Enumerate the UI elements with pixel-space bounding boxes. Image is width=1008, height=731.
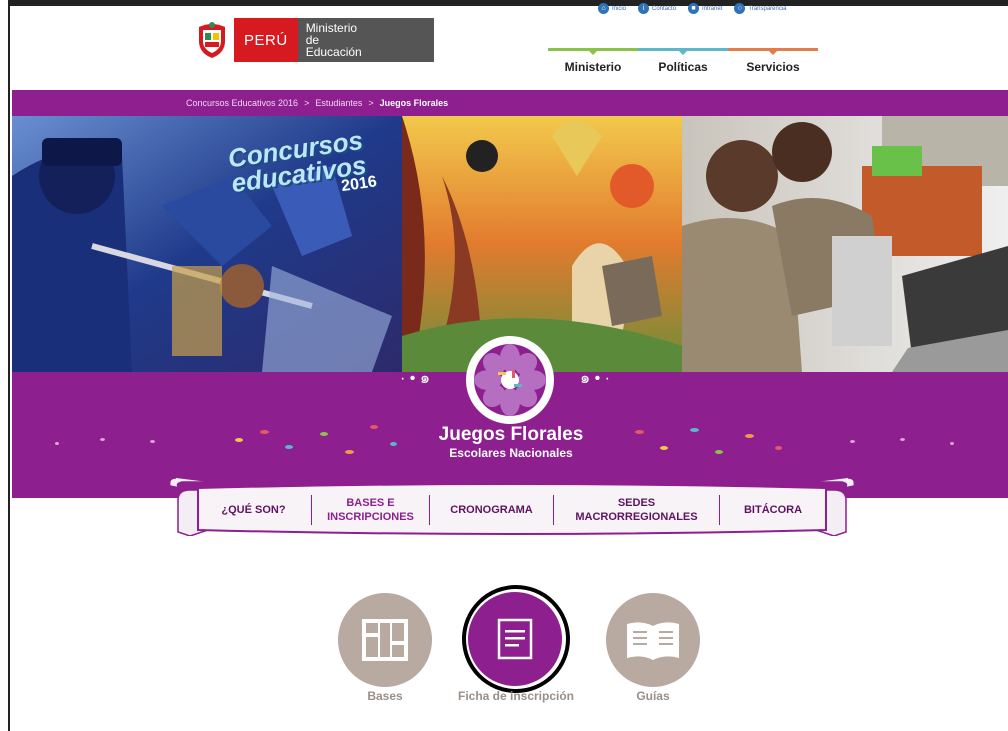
confetti-dot: [900, 438, 905, 441]
peru-label: PERÚ: [234, 18, 298, 62]
menu-item-label: BITÁCORA: [743, 504, 803, 516]
ficha-inscripcion-label[interactable]: Ficha de inscripción: [436, 689, 596, 703]
top-links: ⌂ Inicio i Contacto ■ Intranet ○ Transparenc…: [598, 3, 787, 14]
breadcrumb-separator: >: [368, 98, 374, 108]
confetti-dot: [390, 442, 397, 446]
bases-button[interactable]: [338, 593, 432, 687]
menu-item-label: BASES E: [346, 497, 395, 509]
menu-item-sedes-macrorregionales[interactable]: SEDES MACRORREGIONALES: [554, 495, 720, 525]
breadcrumb-bar: Concursos Educativos 2016 > Estudiantes …: [12, 90, 1008, 116]
hero-collage-image: [12, 116, 1008, 372]
confetti-dot: [150, 440, 155, 443]
confetti-dot: [635, 430, 644, 434]
top-link-label: Intranet: [702, 5, 723, 12]
flower-emblem-icon: [466, 336, 554, 424]
nav-ministerio[interactable]: Ministerio: [548, 48, 638, 82]
ministry-label: Ministerio de Educación: [297, 18, 434, 62]
guias-button[interactable]: [606, 593, 700, 687]
top-link-transparencia[interactable]: ○ Transparencia: [734, 3, 787, 14]
info-icon: i: [638, 3, 650, 14]
menu-item-label: ¿QUÉ SON?: [221, 504, 286, 516]
coat-of-arms-icon: [190, 18, 234, 62]
minedu-logo[interactable]: PERÚ Ministerio de Educación: [190, 18, 434, 62]
confetti-dot: [715, 450, 723, 454]
confetti-dot: [660, 446, 668, 450]
lock-icon: ■: [688, 3, 700, 14]
breadcrumb: Concursos Educativos 2016 > Estudiantes …: [186, 98, 448, 108]
window-left-border: [0, 0, 10, 731]
menu-item-label-line2: INSCRIPCIONES: [327, 511, 414, 523]
top-link-intranet[interactable]: ■ Intranet: [688, 3, 722, 14]
top-link-label: Transparencia: [748, 5, 787, 12]
menu-item-label: CRONOGRAMA: [450, 504, 533, 516]
menu-item-label-line2: MACRORREGIONALES: [575, 511, 698, 523]
ministry-line2: de Educación: [305, 33, 362, 59]
breadcrumb-item-concursos[interactable]: Concursos Educativos 2016: [186, 98, 298, 108]
menu-item-bases-inscripciones[interactable]: BASES E INSCRIPCIONES: [312, 495, 430, 525]
breadcrumb-separator: >: [304, 98, 310, 108]
top-link-contacto[interactable]: i Contacto: [638, 3, 676, 14]
highlight-circle-annotation: [462, 585, 570, 693]
confetti-dot: [55, 442, 59, 445]
confetti-dot: [260, 430, 269, 434]
menu-item-cronograma[interactable]: CRONOGRAMA: [430, 495, 554, 525]
confetti-dot: [100, 438, 105, 441]
nav-servicios[interactable]: Servicios: [728, 48, 818, 82]
top-link-inicio[interactable]: ⌂ Inicio: [598, 3, 626, 14]
swirl-ornament-right: ๑ • ·: [580, 370, 610, 387]
confetti-dot: [345, 450, 354, 454]
page-title: Juegos Florales: [438, 424, 584, 445]
confetti-dot: [235, 438, 243, 442]
confetti-dot: [690, 428, 699, 432]
breadcrumb-current: Juegos Florales: [379, 98, 449, 108]
confetti-dot: [285, 445, 293, 449]
confetti-dot: [320, 432, 328, 436]
bases-label[interactable]: Bases: [345, 689, 425, 703]
swirl-ornament-left: · • ๑: [400, 370, 430, 387]
home-icon: ⌂: [598, 3, 609, 14]
nav-politicas[interactable]: Políticas: [638, 48, 728, 82]
site-header: [12, 6, 1008, 90]
confetti-dot: [950, 442, 954, 445]
confetti-dot: [745, 434, 754, 438]
page-subtitle: Escolares Nacionales: [449, 446, 573, 460]
guias-label[interactable]: Guías: [613, 689, 693, 703]
menu-item-que-son[interactable]: ¿QUÉ SON?: [196, 495, 312, 525]
section-menu: ¿QUÉ SON? BASES E INSCRIPCIONES CRONOGRA…: [196, 486, 826, 534]
confetti-dot: [370, 425, 378, 429]
confetti-dot: [850, 440, 855, 443]
breadcrumb-item-estudiantes[interactable]: Estudiantes: [315, 98, 362, 108]
main-nav: Ministerio Políticas Servicios: [548, 48, 818, 82]
top-link-label: Inicio: [612, 5, 627, 12]
confetti-dot: [775, 446, 782, 450]
menu-item-bitacora[interactable]: BITÁCORA: [720, 495, 826, 525]
open-book-icon: [627, 622, 679, 660]
top-link-label: Contacto: [652, 5, 677, 12]
hero-banner: Concursos educativos 2016: [12, 116, 1008, 372]
brochure-icon: [362, 619, 408, 661]
search-icon: ○: [734, 3, 746, 14]
menu-item-label: SEDES: [617, 497, 656, 509]
